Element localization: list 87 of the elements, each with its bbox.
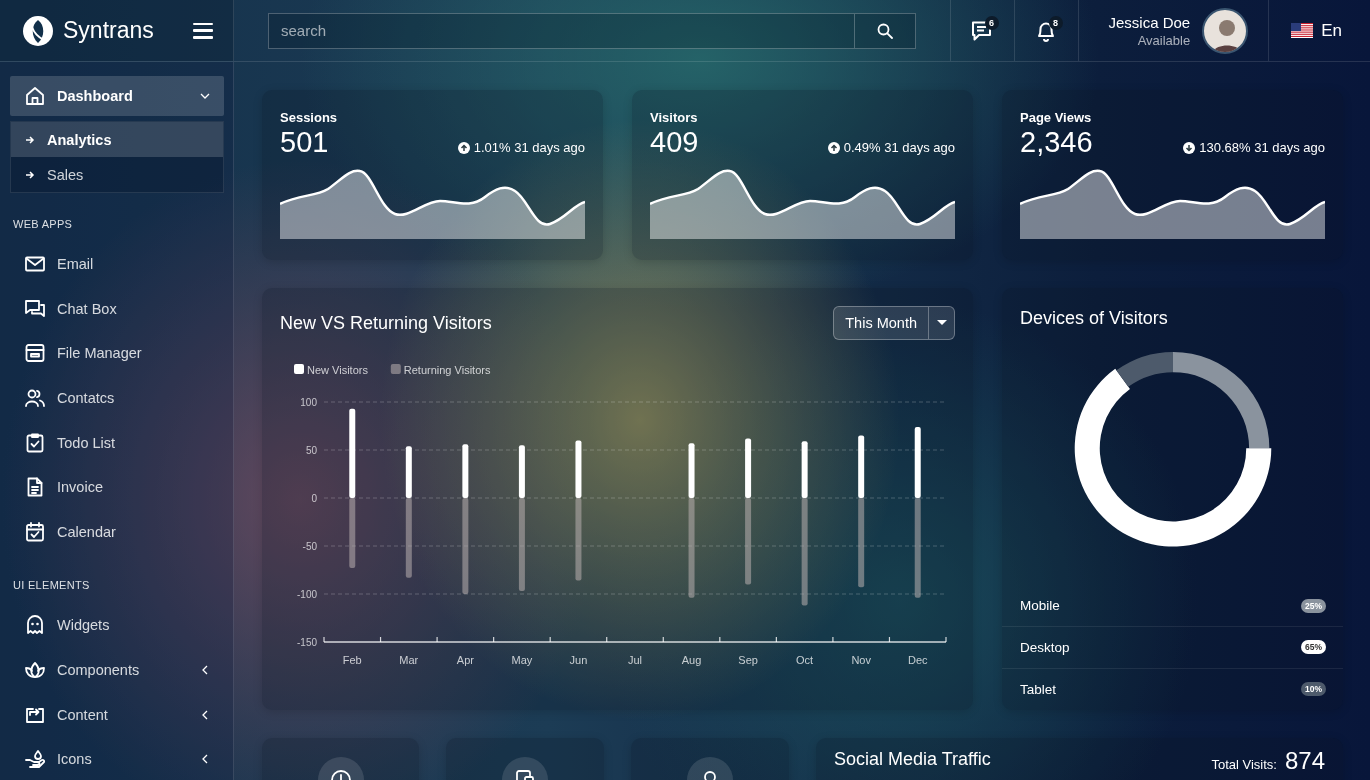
axis-label: 100 xyxy=(300,397,317,408)
axis-label: -150 xyxy=(297,637,317,648)
search-icon xyxy=(876,22,893,39)
arrow-right-icon xyxy=(25,169,35,180)
submenu-item[interactable]: Sales xyxy=(11,157,223,192)
nav-item[interactable]: File Manager xyxy=(10,331,224,376)
stat-title: Visitors xyxy=(650,110,699,125)
total-label: Total Visits: xyxy=(1211,757,1277,772)
legend-item[interactable]: New Visitors xyxy=(294,363,368,376)
total-value: 874 xyxy=(1284,749,1325,773)
search-button[interactable] xyxy=(853,12,916,49)
stat-title: Page Views xyxy=(1020,110,1093,125)
stat-title: Sessions xyxy=(280,110,339,125)
count-badge: 8 xyxy=(1048,16,1063,30)
axis-label: Aug xyxy=(681,654,702,666)
count-badge: 6 xyxy=(984,16,999,30)
nav-item[interactable]: Invoice xyxy=(10,464,224,510)
message-icon xyxy=(971,19,993,42)
chat-bubbles-icon xyxy=(24,297,46,320)
axis-label: Feb xyxy=(342,654,362,666)
legend-item[interactable]: Returning Visitors xyxy=(390,363,491,376)
change-text: 130.68% 31 days ago xyxy=(1199,140,1325,155)
chevron-left-icon xyxy=(200,754,210,765)
nav-item[interactable]: Components xyxy=(10,647,224,693)
axis-label: -50 xyxy=(302,541,317,552)
archive-box-icon xyxy=(24,342,46,365)
menu-button[interactable] xyxy=(193,22,213,39)
stat-value: 2,346 xyxy=(1020,126,1093,159)
caret-icon xyxy=(936,320,947,326)
axis-label: Jun xyxy=(569,654,588,666)
nav-item[interactable]: Email xyxy=(10,242,224,287)
stat-value: 409 xyxy=(650,126,699,159)
ghost-icon xyxy=(24,614,46,637)
messages-button[interactable]: 6 xyxy=(949,0,1014,61)
nav-item[interactable]: Contatcs xyxy=(10,375,224,421)
axis-label: May xyxy=(511,654,533,666)
language-selector[interactable]: En xyxy=(1269,0,1370,61)
brand-name: Syntrans xyxy=(63,17,155,44)
nav-item[interactable]: Calendar xyxy=(10,509,224,555)
device-name: Mobile xyxy=(1020,598,1060,614)
percent-badge: 10% xyxy=(1301,682,1326,697)
axis-label: Nov xyxy=(851,654,871,666)
nav-item[interactable]: Content xyxy=(10,692,224,737)
percent-badge: 65% xyxy=(1301,640,1326,655)
logo-icon xyxy=(22,14,54,47)
chevron-down-icon xyxy=(200,91,210,101)
axis-label: Dec xyxy=(907,654,928,666)
user-status: Available xyxy=(1137,32,1191,48)
user-name: Jessica Doe xyxy=(1108,13,1191,31)
hand-drop-icon xyxy=(24,748,46,771)
axis-label: Mar xyxy=(399,654,419,666)
chevron-left-icon xyxy=(200,709,210,720)
axis-label: Apr xyxy=(456,654,474,666)
users-icon xyxy=(24,387,46,410)
axis-label: -100 xyxy=(297,589,317,600)
section-heading: UI ELEMENTS xyxy=(13,579,91,592)
card-title: Devices of Visitors xyxy=(1019,308,1169,329)
change-text: 0.49% 31 days ago xyxy=(843,140,955,155)
clipboard-check-icon xyxy=(24,431,46,454)
axis-label: 50 xyxy=(305,445,317,456)
home-icon xyxy=(24,85,46,107)
stat-value: 501 xyxy=(280,126,329,159)
nav-item[interactable]: Icons xyxy=(10,736,224,780)
period-button[interactable]: This Month xyxy=(834,307,928,339)
chevron-left-icon xyxy=(200,665,210,676)
axis-label: Jul xyxy=(627,654,643,666)
card-title: New VS Returning Visitors xyxy=(280,312,492,334)
nav-item[interactable]: Todo List xyxy=(10,420,224,465)
flag-icon xyxy=(1291,23,1314,38)
change-text: 1.01% 31 days ago xyxy=(473,140,585,155)
nav-item[interactable]: Widgets xyxy=(10,603,224,648)
card-title: Social Media Traffic xyxy=(834,749,991,770)
period-dropdown[interactable]: This Month xyxy=(833,306,955,340)
submenu-item[interactable]: Analytics xyxy=(11,122,223,157)
section-heading: WEB APPS xyxy=(13,218,74,230)
calendar-check-icon xyxy=(24,520,46,543)
axis-label: Sep xyxy=(738,654,758,666)
legend-label: New Visitors xyxy=(307,363,369,376)
axis-label: Oct xyxy=(796,654,814,666)
arrow-right-icon xyxy=(25,134,35,145)
nav-item[interactable]: Chat Box xyxy=(10,286,224,332)
device-name: Desktop xyxy=(1020,639,1070,655)
nav-item[interactable]: Dashboard xyxy=(10,76,224,116)
device-name: Tablet xyxy=(1020,681,1057,697)
notifications-button[interactable]: 8 xyxy=(1013,0,1078,61)
percent-badge: 25% xyxy=(1301,598,1326,613)
axis-label: 0 xyxy=(311,493,317,504)
